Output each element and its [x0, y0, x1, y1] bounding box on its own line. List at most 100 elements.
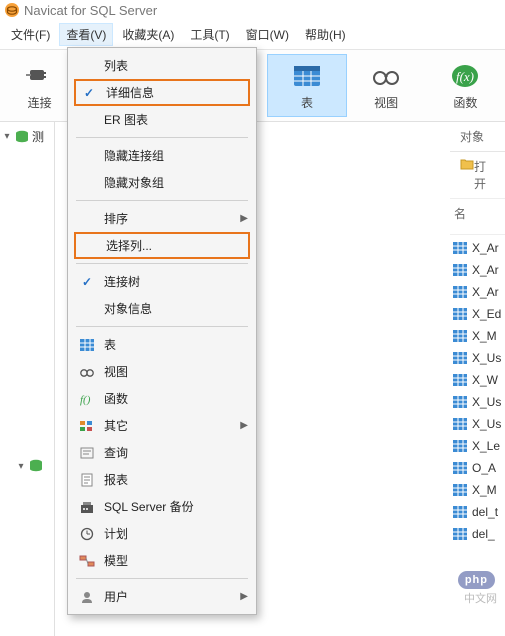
table-row[interactable]: X_Ar — [450, 259, 505, 281]
toolbar-function[interactable]: f(x) 函数 — [426, 54, 505, 117]
model-icon — [78, 553, 96, 569]
menu-view[interactable]: 查看(V) — [59, 23, 113, 46]
watermark: 中文网 — [464, 590, 497, 606]
table-name: X_M — [472, 483, 497, 497]
table-name: del_t — [472, 505, 498, 519]
toolbar-table-label: 表 — [301, 94, 313, 111]
separator — [76, 326, 248, 327]
menu-item-backup[interactable]: SQL Server 备份 — [68, 493, 256, 520]
table-icon — [452, 373, 468, 387]
chevron-right-icon: ▶ — [240, 420, 248, 431]
glasses-icon — [370, 60, 402, 92]
toolbar-view[interactable]: 视图 — [347, 54, 426, 117]
table-row[interactable]: X_M — [450, 479, 505, 501]
user-icon — [78, 589, 96, 605]
menu-item-report[interactable]: 报表 — [68, 466, 256, 493]
table-icon — [452, 505, 468, 519]
query-icon — [78, 445, 96, 461]
menu-item-hide-conn-group[interactable]: 隐藏连接组 — [68, 142, 256, 169]
table-icon — [452, 329, 468, 343]
menu-item-conn-tree[interactable]: ✓ 连接树 — [68, 268, 256, 295]
glasses-icon — [78, 364, 96, 380]
table-row[interactable]: X_Us — [450, 413, 505, 435]
table-name: X_Us — [472, 395, 501, 409]
chevron-right-icon: ▶ — [240, 591, 248, 602]
right-header: 对象 — [450, 122, 505, 152]
table-name: X_M — [472, 329, 497, 343]
menu-item-sort[interactable]: 排序 ▶ — [68, 205, 256, 232]
objects-label: 对象 — [460, 128, 484, 145]
menu-item-schedule[interactable]: 计划 — [68, 520, 256, 547]
app-title: Navicat for SQL Server — [24, 3, 157, 18]
table-row[interactable]: X_M — [450, 325, 505, 347]
menu-item-function[interactable]: f() 函数 — [68, 385, 256, 412]
menu-item-query[interactable]: 查询 — [68, 439, 256, 466]
toolbar-connect-label: 连接 — [28, 94, 52, 111]
menu-item-other[interactable]: 其它 ▶ — [68, 412, 256, 439]
svg-text:f(): f() — [80, 394, 91, 406]
menu-favorites[interactable]: 收藏夹(A) — [115, 23, 181, 46]
open-label: 打开 — [474, 158, 495, 192]
menu-item-obj-info[interactable]: 对象信息 — [68, 295, 256, 322]
table-icon — [452, 307, 468, 321]
app-icon — [4, 2, 20, 18]
table-name: del_ — [472, 527, 495, 541]
titlebar: Navicat for SQL Server — [0, 0, 505, 20]
table-name: X_Ed — [472, 307, 501, 321]
table-row[interactable]: X_W — [450, 369, 505, 391]
menu-help[interactable]: 帮助(H) — [298, 23, 353, 46]
report-icon — [78, 472, 96, 488]
open-button[interactable]: 打开 — [450, 152, 505, 199]
table-icon — [452, 527, 468, 541]
svg-text:f(x): f(x) — [456, 69, 474, 84]
menu-file[interactable]: 文件(F) — [4, 23, 57, 46]
menu-item-list[interactable]: 列表 — [68, 52, 256, 79]
menu-item-hide-obj-group[interactable]: 隐藏对象组 — [68, 169, 256, 196]
parts-icon — [78, 418, 96, 434]
table-row[interactable]: del_t — [450, 501, 505, 523]
table-icon — [452, 285, 468, 299]
menu-item-table[interactable]: 表 — [68, 331, 256, 358]
table-row[interactable]: X_Ed — [450, 303, 505, 325]
table-icon — [452, 483, 468, 497]
tree-root[interactable]: ▾ 测 — [2, 126, 52, 147]
table-icon — [78, 337, 96, 353]
menu-item-erdiagram[interactable]: ER 图表 — [68, 106, 256, 133]
tree-child[interactable]: ▾ — [2, 457, 52, 475]
highlight-details: ✓ 详细信息 — [74, 79, 250, 106]
menu-item-model[interactable]: 模型 — [68, 547, 256, 574]
folder-icon — [460, 158, 474, 192]
table-row[interactable]: X_Us — [450, 391, 505, 413]
right-panel: 对象 打开 名 X_ArX_ArX_ArX_EdX_MX_UsX_WX_UsX_… — [450, 122, 505, 636]
toolbar-view-label: 视图 — [374, 94, 398, 111]
menu-item-choose-columns[interactable]: 选择列... — [76, 234, 248, 257]
clock-icon — [78, 526, 96, 542]
table-row[interactable]: X_Us — [450, 347, 505, 369]
table-row[interactable]: X_Ar — [450, 237, 505, 259]
table-name: X_W — [472, 373, 498, 387]
caret-down-icon[interactable]: ▾ — [2, 131, 12, 142]
menu-item-user[interactable]: 用户 ▶ — [68, 583, 256, 610]
separator — [76, 200, 248, 201]
table-row[interactable]: X_Ar — [450, 281, 505, 303]
column-header-name[interactable]: 名 — [450, 199, 505, 235]
tree-node-label: 测 — [32, 128, 44, 145]
plug-icon — [24, 60, 56, 92]
caret-down-icon[interactable]: ▾ — [16, 461, 26, 472]
table-icon — [452, 395, 468, 409]
fx-icon: f(x) — [449, 60, 481, 92]
toolbar-table[interactable]: 表 — [267, 54, 346, 117]
table-row[interactable]: O_A — [450, 457, 505, 479]
table-row[interactable]: X_Le — [450, 435, 505, 457]
table-row[interactable]: del_ — [450, 523, 505, 545]
menu-item-view[interactable]: 视图 — [68, 358, 256, 385]
menu-tools[interactable]: 工具(T) — [183, 23, 236, 46]
menu-window[interactable]: 窗口(W) — [239, 23, 296, 46]
table-icon — [452, 241, 468, 255]
fx-icon: f() — [78, 391, 96, 407]
menu-item-details[interactable]: ✓ 详细信息 — [76, 81, 248, 104]
separator — [76, 263, 248, 264]
database-icon — [14, 130, 30, 144]
separator — [76, 578, 248, 579]
table-icon — [452, 439, 468, 453]
